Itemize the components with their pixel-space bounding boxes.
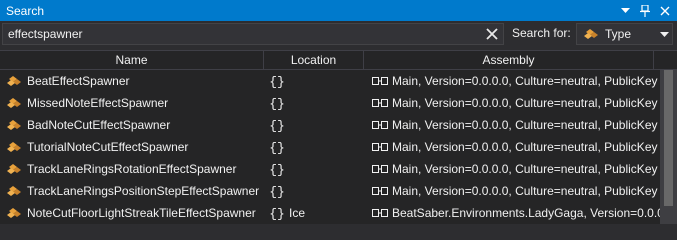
result-row[interactable]: TrackLaneRingsRotationEffectSpawner {} Mai…	[0, 158, 660, 180]
result-assembly: BeatSaber.Environments.LadyGaga, Version…	[392, 206, 660, 220]
svg-text:{}: {}	[269, 207, 285, 222]
result-location-cell: {}	[264, 180, 364, 202]
results-list: BeatEffectSpawner {} Main, Version=0.0.0.0…	[0, 70, 660, 224]
column-header-location[interactable]: Location	[264, 51, 364, 69]
result-assembly-cell: Main, Version=0.0.0.0, Culture=neutral, …	[364, 92, 660, 114]
class-icon	[6, 139, 27, 155]
search-for-label: Search for:	[512, 26, 571, 40]
namespace-icon: {}	[269, 73, 289, 90]
namespace-icon: {}	[269, 95, 289, 112]
result-name-cell: MissedNoteEffectSpawner	[0, 92, 264, 114]
result-location-cell: {}	[264, 114, 364, 136]
namespace-icon: {}	[269, 139, 289, 156]
search-toolbar: Search for: Type	[0, 21, 677, 47]
clear-search-icon[interactable]	[481, 24, 503, 44]
assembly-icon	[372, 185, 392, 197]
result-name: TrackLaneRingsPositionStepEffectSpawner	[27, 184, 260, 198]
result-assembly-cell: Main, Version=0.0.0.0, Culture=neutral, …	[364, 114, 660, 136]
result-name-cell: TrackLaneRingsPositionStepEffectSpawner	[0, 180, 264, 202]
column-header-assembly[interactable]: Assembly	[364, 51, 654, 69]
assembly-icon	[372, 119, 392, 131]
result-name: NoteCutFloorLightStreakTileEffectSpawner	[27, 206, 256, 220]
assembly-icon	[372, 163, 392, 175]
result-name-cell: BeatEffectSpawner	[0, 70, 264, 92]
close-icon[interactable]	[657, 3, 673, 19]
assembly-icon	[372, 207, 392, 219]
svg-text:{}: {}	[269, 163, 285, 178]
svg-text:{}: {}	[269, 185, 285, 200]
result-assembly: Main, Version=0.0.0.0, Culture=neutral, …	[392, 96, 658, 110]
type-class-icon	[583, 26, 603, 42]
chevron-down-icon	[656, 31, 672, 37]
result-row[interactable]: TrackLaneRingsPositionStepEffectSpawner {…	[0, 180, 660, 202]
window-titlebar: Search	[0, 0, 677, 21]
class-icon	[6, 183, 27, 199]
search-type-select[interactable]: Type	[576, 23, 673, 45]
result-name-cell: BadNoteCutEffectSpawner	[0, 114, 264, 136]
result-assembly-cell: Main, Version=0.0.0.0, Culture=neutral, …	[364, 70, 660, 92]
class-icon	[6, 95, 27, 111]
dropdown-menu-icon[interactable]	[617, 3, 633, 19]
result-assembly-cell: Main, Version=0.0.0.0, Culture=neutral, …	[364, 180, 660, 202]
assembly-icon	[372, 75, 392, 87]
namespace-icon: {}	[269, 205, 289, 222]
pin-icon[interactable]	[637, 3, 653, 19]
result-name-cell: TutorialNoteCutEffectSpawner	[0, 136, 264, 158]
class-icon	[6, 73, 27, 89]
result-row[interactable]: NoteCutFloorLightStreakTileEffectSpawner…	[0, 202, 660, 224]
result-location-cell: {}	[264, 158, 364, 180]
result-name: MissedNoteEffectSpawner	[27, 96, 169, 110]
result-assembly: Main, Version=0.0.0.0, Culture=neutral, …	[392, 74, 658, 88]
result-name: BadNoteCutEffectSpawner	[27, 118, 171, 132]
column-header-name[interactable]: Name	[0, 51, 264, 69]
class-icon	[6, 161, 27, 177]
result-assembly-cell: Main, Version=0.0.0.0, Culture=neutral, …	[364, 158, 660, 180]
result-assembly: Main, Version=0.0.0.0, Culture=neutral, …	[392, 140, 658, 154]
result-name-cell: NoteCutFloorLightStreakTileEffectSpawner	[0, 202, 264, 224]
svg-text:{}: {}	[269, 97, 285, 112]
result-name: TutorialNoteCutEffectSpawner	[27, 140, 189, 154]
result-name: TrackLaneRingsRotationEffectSpawner	[27, 162, 237, 176]
result-location-cell: {}	[264, 136, 364, 158]
result-assembly: Main, Version=0.0.0.0, Culture=neutral, …	[392, 118, 658, 132]
result-location: Ice	[289, 206, 306, 220]
result-location-cell: {}	[264, 92, 364, 114]
class-icon	[6, 205, 27, 221]
result-assembly-cell: Main, Version=0.0.0.0, Culture=neutral, …	[364, 136, 660, 158]
result-assembly: Main, Version=0.0.0.0, Culture=neutral, …	[392, 162, 658, 176]
search-type-value: Type	[605, 27, 632, 41]
result-location-cell: {} Ice	[264, 202, 364, 224]
search-box	[2, 23, 504, 45]
vertical-scrollbar[interactable]	[660, 70, 677, 224]
result-row[interactable]: BadNoteCutEffectSpawner {} Main, Version=0…	[0, 114, 660, 136]
window-title: Search	[6, 3, 45, 18]
svg-text:{}: {}	[269, 119, 285, 134]
namespace-icon: {}	[269, 183, 289, 200]
result-name: BeatEffectSpawner	[27, 74, 130, 88]
assembly-icon	[372, 97, 392, 109]
result-row[interactable]: TutorialNoteCutEffectSpawner {} Main, Vers…	[0, 136, 660, 158]
namespace-icon: {}	[269, 161, 289, 178]
assembly-icon	[372, 141, 392, 153]
result-name-cell: TrackLaneRingsRotationEffectSpawner	[0, 158, 264, 180]
result-assembly-cell: BeatSaber.Environments.LadyGaga, Version…	[364, 202, 660, 224]
result-assembly: Main, Version=0.0.0.0, Culture=neutral, …	[392, 184, 658, 198]
result-row[interactable]: MissedNoteEffectSpawner {} Main, Version=0…	[0, 92, 660, 114]
search-input[interactable]	[3, 24, 481, 44]
result-location-cell: {}	[264, 70, 364, 92]
svg-text:{}: {}	[269, 141, 285, 156]
results-header: Name Location Assembly	[0, 50, 677, 70]
result-row[interactable]: BeatEffectSpawner {} Main, Version=0.0.0.0…	[0, 70, 660, 92]
namespace-icon: {}	[269, 117, 289, 134]
class-icon	[6, 117, 27, 133]
svg-text:{}: {}	[269, 75, 285, 90]
scrollbar-thumb[interactable]	[664, 70, 673, 206]
